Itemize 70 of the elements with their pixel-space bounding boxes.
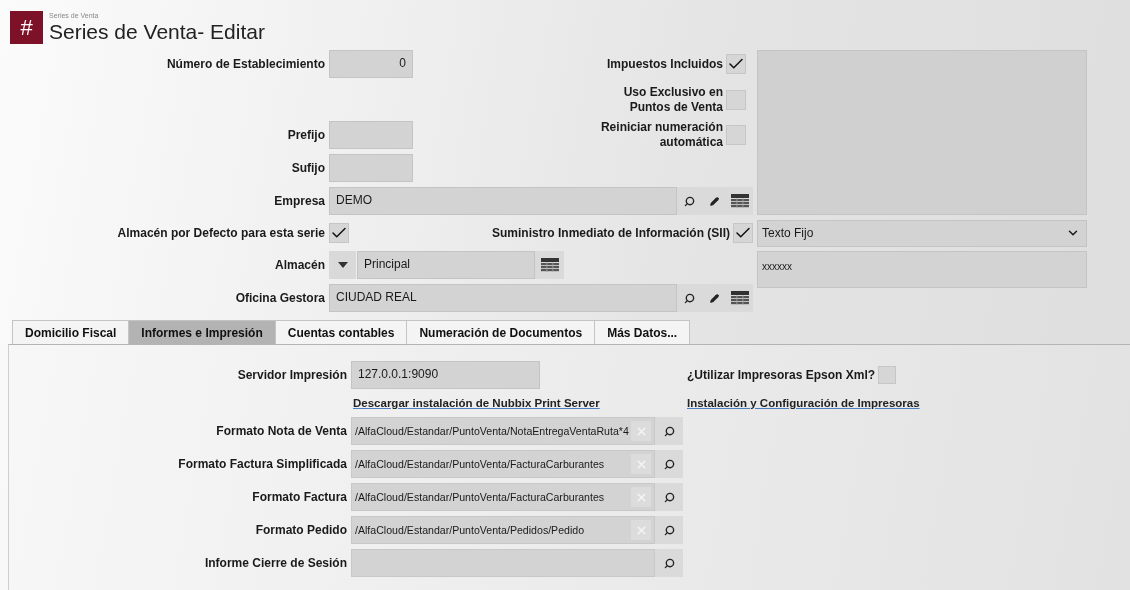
- number-field[interactable]: 0: [329, 50, 413, 78]
- field-label: Formato Factura Simplificada: [178, 456, 347, 472]
- format-field[interactable]: /AlfaCloud/Estandar/PuntoVenta/FacturaCarburantes: [351, 483, 655, 511]
- search-icon: [663, 458, 675, 470]
- field-label: Formato Nota de Venta: [216, 423, 347, 439]
- format-field[interactable]: [351, 549, 655, 577]
- search-button[interactable]: [655, 483, 683, 511]
- close-icon: [634, 490, 648, 504]
- pencil-icon: [710, 293, 719, 303]
- server-field[interactable]: 127.0.0.1:9090: [351, 361, 540, 389]
- checkbox[interactable]: [329, 223, 349, 243]
- checkbox[interactable]: [726, 125, 746, 145]
- search-button[interactable]: [655, 516, 683, 544]
- field-label: Sufijo: [291, 160, 325, 176]
- format-field[interactable]: /AlfaCloud/Estandar/PuntoVenta/NotaEntregaVentaRuta*4: [351, 417, 655, 445]
- search-button[interactable]: [655, 417, 683, 445]
- field-label: Oficina Gestora: [235, 290, 325, 306]
- triangle-down-icon: [337, 262, 348, 268]
- close-icon: [634, 424, 648, 438]
- table-icon: [731, 291, 749, 305]
- checkbox[interactable]: [726, 89, 746, 110]
- prefix-field[interactable]: [329, 121, 413, 149]
- checkbox[interactable]: [726, 54, 746, 74]
- search-button[interactable]: [655, 549, 683, 577]
- tab[interactable]: Domicilio Fiscal: [12, 320, 130, 344]
- text-field[interactable]: xxxxxx: [757, 251, 1087, 288]
- tab[interactable]: Numeración de Documentos: [406, 320, 596, 344]
- printer-setup-link[interactable]: Instalación y Configuración de Impresoras: [687, 397, 920, 409]
- close-icon: [634, 457, 648, 471]
- checkbox[interactable]: [733, 223, 753, 243]
- field-label: Número de Establecimiento: [166, 56, 325, 72]
- format-field[interactable]: /AlfaCloud/Estandar/PuntoVenta/Pedidos/Pedido: [351, 516, 655, 544]
- table-icon: [540, 258, 559, 272]
- table-icon: [731, 194, 749, 208]
- field-label: Empresa: [274, 193, 325, 209]
- field-label: Formato Factura: [252, 489, 347, 505]
- dropdown-button[interactable]: [329, 251, 356, 279]
- mode-select[interactable]: Texto Fijo: [757, 219, 1087, 247]
- checkbox-label: Reiniciar numeración automática: [599, 120, 723, 150]
- format-field[interactable]: /AlfaCloud/Estandar/PuntoVenta/FacturaCarburantes: [351, 450, 655, 478]
- checkbox-label: Suministro Inmediato de Información (SII): [491, 225, 730, 241]
- field-label: Formato Pedido: [255, 522, 347, 538]
- close-icon: [634, 523, 648, 537]
- checkbox-label: Impuestos Incluidos: [607, 56, 723, 72]
- checkbox-label: Uso Exclusivo en Puntos de Venta: [622, 84, 723, 115]
- search-icon: [663, 491, 675, 503]
- app-icon: #: [10, 11, 43, 44]
- office-field[interactable]: CIUDAD REAL: [329, 284, 677, 312]
- field-label: Prefijo: [287, 127, 325, 143]
- tab[interactable]: Cuentas contables: [274, 320, 408, 344]
- warehouse-field[interactable]: Principal: [357, 251, 535, 279]
- search-icon: [663, 557, 675, 569]
- checkbox[interactable]: [878, 366, 897, 384]
- field-label: Servidor Impresión: [237, 367, 347, 383]
- search-button[interactable]: [655, 450, 683, 478]
- field-label: Informe Cierre de Sesión: [204, 555, 347, 571]
- company-field[interactable]: DEMO: [329, 187, 677, 215]
- search-icon: [663, 425, 675, 437]
- tab[interactable]: Informes e Impresión: [128, 320, 276, 344]
- download-link[interactable]: Descargar instalación de Nubbix Print Server: [353, 397, 600, 409]
- search-icon: [663, 524, 675, 536]
- search-icon: [684, 195, 695, 207]
- field-label: Almacén: [274, 257, 325, 273]
- page-title: Series de Venta- Editar: [49, 19, 265, 44]
- suffix-field[interactable]: [329, 154, 413, 182]
- checkbox-label: ¿Utilizar Impresoras Epson Xml?: [687, 367, 876, 383]
- pencil-icon: [710, 196, 719, 206]
- checkbox-label: Almacén por Defecto para esta serie: [117, 225, 325, 241]
- tab[interactable]: Más Datos...: [594, 320, 691, 344]
- search-icon: [684, 292, 695, 304]
